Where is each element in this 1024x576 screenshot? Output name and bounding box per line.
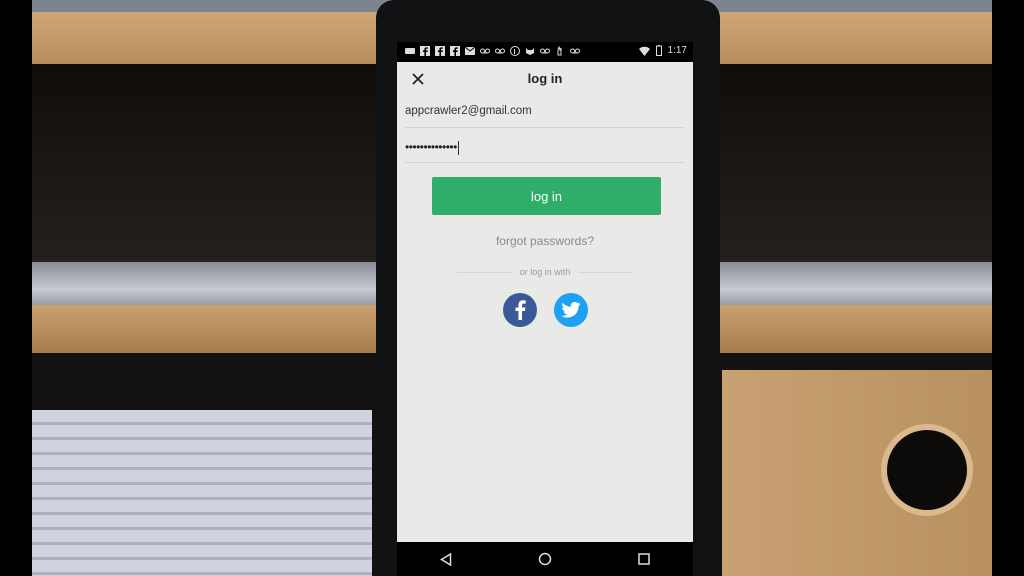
navigation-bar (397, 542, 693, 576)
notification-icons (405, 46, 580, 56)
wifi-icon (638, 46, 650, 56)
forgot-password-link[interactable]: forgot passwords? (397, 234, 693, 248)
voicemail-icon (540, 48, 550, 54)
voicemail-icon (495, 48, 505, 54)
login-button[interactable]: log in (432, 177, 661, 215)
gmail-icon (465, 46, 475, 55)
password-divider (405, 162, 685, 163)
hand-icon (557, 46, 562, 56)
twitter-login-button[interactable] (554, 293, 588, 327)
battery-icon (655, 45, 662, 56)
email-divider (405, 127, 685, 128)
home-button[interactable] (533, 547, 557, 571)
recents-button[interactable] (632, 547, 656, 571)
facebook-icon (435, 46, 445, 56)
recents-icon (637, 553, 650, 565)
or-login-with-label: or log in with (519, 267, 571, 277)
page-title: log in (527, 71, 563, 86)
mask-icon (526, 48, 534, 55)
drawer-handle-hole (887, 430, 967, 510)
or-divider-right (578, 272, 633, 273)
app-bar: log in (397, 62, 693, 96)
home-icon (538, 552, 552, 566)
system-icons: 1:17 (638, 45, 687, 56)
facebook-icon (420, 46, 430, 56)
status-bar: 1:17 (397, 42, 693, 62)
back-button[interactable] (434, 547, 458, 571)
password-field[interactable]: •••••••••••••• (405, 140, 459, 155)
twitter-icon (561, 302, 581, 318)
text-cursor (457, 140, 459, 155)
password-value: •••••••••••••• (405, 140, 457, 154)
paper-stack-bottom (32, 410, 372, 576)
message-icon (405, 48, 415, 54)
clock: 1:17 (667, 45, 687, 56)
phone-screen: 1:17 log in appcrawler2@gmail.com ••••••… (397, 42, 693, 576)
facebook-icon (515, 300, 526, 320)
voicemail-icon (570, 48, 580, 54)
facebook-login-button[interactable] (503, 293, 537, 327)
back-icon (440, 552, 452, 566)
login-screen: log in appcrawler2@gmail.com •••••••••••… (397, 62, 693, 542)
voicemail-icon (480, 48, 490, 54)
pinterest-icon (510, 46, 520, 56)
facebook-icon (450, 46, 460, 56)
email-field[interactable]: appcrawler2@gmail.com (405, 105, 677, 117)
